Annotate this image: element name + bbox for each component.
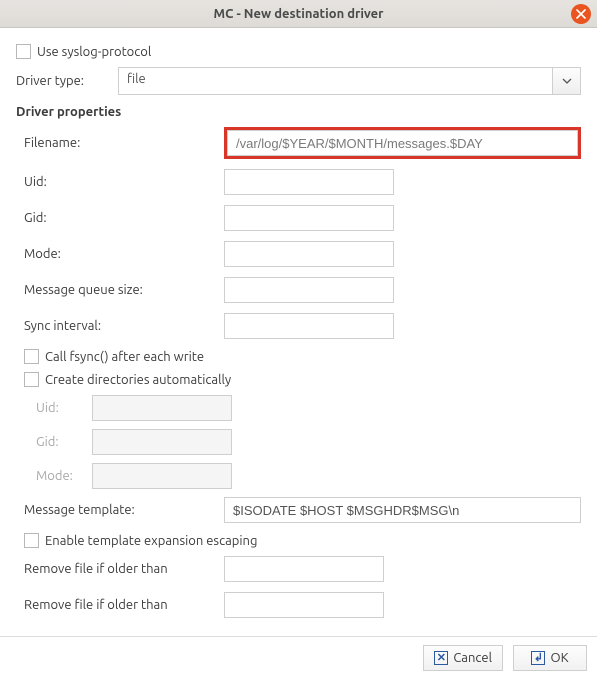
uid-row: Uid: [24, 169, 581, 195]
sub-mode-label: Mode: [36, 469, 92, 483]
filename-highlight [224, 127, 581, 159]
dialog-content: Use syslog-protocol Driver type: file Dr… [0, 28, 597, 636]
sub-uid-input [92, 395, 232, 421]
remove-older-2-input[interactable] [224, 592, 384, 618]
ok-icon: ↲ [531, 651, 545, 665]
button-bar: ✕ Cancel ↲ OK [0, 636, 597, 679]
sub-gid-row: Gid: [36, 429, 581, 455]
escape-row: Enable template expansion escaping [24, 533, 581, 548]
window-title: MC - New destination driver [214, 7, 384, 21]
filename-row: Filename: [24, 127, 581, 159]
cancel-label: Cancel [453, 651, 492, 665]
mode-label: Mode: [24, 247, 224, 261]
cancel-button[interactable]: ✕ Cancel [423, 645, 503, 671]
mkdir-row: Create directories automatically [24, 372, 581, 387]
section-header: Driver properties [16, 105, 581, 119]
driver-type-dropdown-button[interactable] [552, 68, 580, 94]
uid-input[interactable] [224, 169, 394, 195]
mqs-row: Message queue size: [24, 277, 581, 303]
escape-checkbox[interactable] [24, 533, 39, 548]
driver-type-row: Driver type: file [16, 67, 581, 95]
escape-label: Enable template expansion escaping [45, 534, 257, 548]
cancel-icon: ✕ [434, 651, 448, 665]
fsync-label: Call fsync() after each write [45, 350, 204, 364]
filename-label: Filename: [24, 136, 224, 150]
mqs-label: Message queue size: [24, 283, 224, 297]
fsync-row: Call fsync() after each write [24, 349, 581, 364]
uid-label: Uid: [24, 175, 224, 189]
ok-button[interactable]: ↲ OK [513, 645, 587, 671]
sub-mode-input [92, 463, 232, 489]
remove-older-1-input[interactable] [224, 556, 384, 582]
syslog-protocol-row: Use syslog-protocol [16, 44, 581, 59]
mkdir-label: Create directories automatically [45, 373, 231, 387]
mode-input[interactable] [224, 241, 394, 267]
ok-label: OK [550, 651, 568, 665]
remove-older-1-row: Remove file if older than [24, 556, 581, 582]
remove-older-2-row: Remove file if older than [24, 592, 581, 618]
gid-row: Gid: [24, 205, 581, 231]
syslog-protocol-checkbox[interactable] [16, 44, 31, 59]
gid-input[interactable] [224, 205, 394, 231]
sub-mode-row: Mode: [36, 463, 581, 489]
mkdir-checkbox[interactable] [24, 372, 39, 387]
template-label: Message template: [24, 503, 224, 517]
titlebar: MC - New destination driver [0, 0, 597, 28]
template-row: Message template: [24, 497, 581, 523]
template-input[interactable] [224, 497, 581, 523]
remove-older-1-label: Remove file if older than [24, 562, 224, 576]
sub-uid-label: Uid: [36, 401, 92, 415]
driver-type-select[interactable]: file [118, 67, 581, 95]
mode-row: Mode: [24, 241, 581, 267]
driver-type-label: Driver type: [16, 74, 118, 88]
close-button[interactable] [571, 4, 591, 24]
sync-label: Sync interval: [24, 319, 224, 333]
mqs-input[interactable] [224, 277, 394, 303]
sub-gid-label: Gid: [36, 435, 92, 449]
properties-group: Filename: Uid: Gid: Mode: Message queue … [16, 127, 581, 618]
sync-row: Sync interval: [24, 313, 581, 339]
chevron-down-icon [562, 78, 572, 84]
sync-input[interactable] [224, 313, 394, 339]
syslog-protocol-label: Use syslog-protocol [37, 45, 151, 59]
filename-input[interactable] [227, 130, 578, 156]
sub-gid-input [92, 429, 232, 455]
remove-older-2-label: Remove file if older than [24, 598, 224, 612]
fsync-checkbox[interactable] [24, 349, 39, 364]
gid-label: Gid: [24, 211, 224, 225]
close-icon [576, 9, 586, 19]
driver-type-value: file [119, 68, 552, 94]
sub-uid-row: Uid: [36, 395, 581, 421]
mkdir-subgroup: Uid: Gid: Mode: [24, 395, 581, 489]
